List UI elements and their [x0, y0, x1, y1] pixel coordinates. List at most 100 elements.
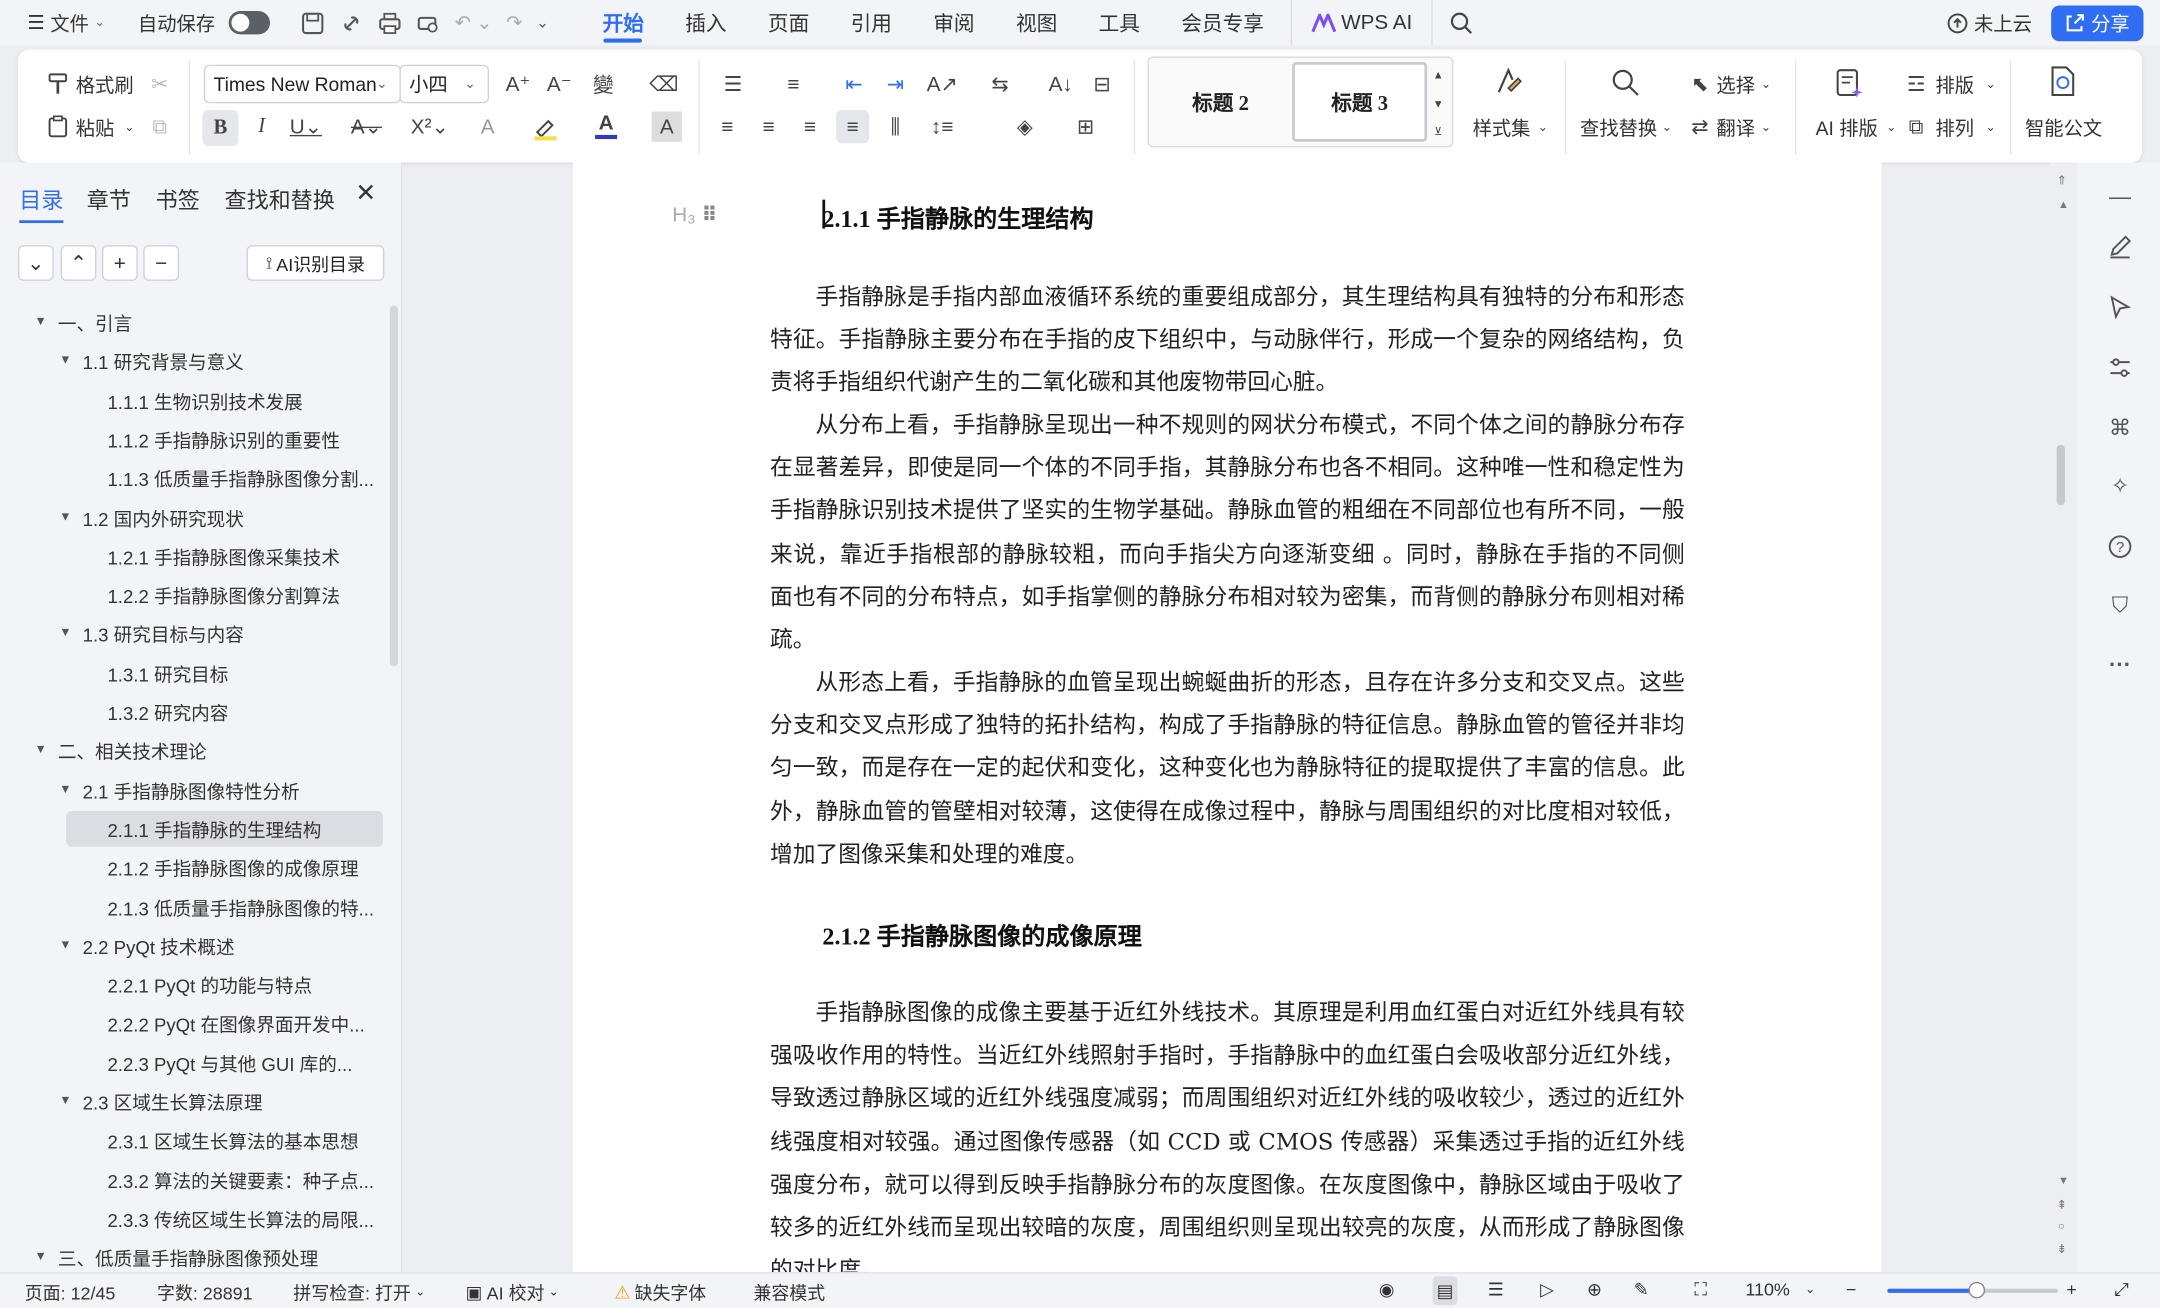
collapse-all-button[interactable]: ⌄ — [17, 245, 54, 281]
bullet-list-icon[interactable]: ☰ — [718, 69, 748, 99]
outline-view-icon[interactable]: ☰ — [1488, 1279, 1504, 1301]
add-heading-button[interactable]: + — [101, 245, 138, 281]
toc-item[interactable]: 1.1 研究背景与意义 — [83, 343, 244, 379]
shading-icon[interactable]: ◈ — [1010, 112, 1040, 142]
find-replace-button[interactable]: 查找替换 — [1580, 114, 1657, 142]
borders-icon[interactable]: ⊞ — [1070, 112, 1100, 142]
page-view-icon[interactable]: ▤ — [1432, 1276, 1458, 1306]
search-button[interactable] — [1431, 0, 1483, 46]
style-heading-2[interactable]: 标题 2 — [1153, 62, 1288, 142]
annotate-icon[interactable]: ✎ — [1634, 1279, 1649, 1301]
ai-proofread-button[interactable]: ▣ AI 校对 ⌄ — [466, 1279, 559, 1305]
numbered-list-icon[interactable]: ≡ — [778, 69, 808, 99]
format-painter-button[interactable]: 格式刷 — [76, 72, 134, 100]
tab-home[interactable]: 开始 — [582, 0, 665, 45]
align-right-icon[interactable]: ≡ — [795, 112, 825, 142]
toc-item[interactable]: 2.1.1 手指静脉的生理结构 — [66, 810, 383, 847]
text-direction-icon[interactable]: A↗ — [927, 69, 958, 99]
scroll-up-icon[interactable]: ▲ — [2058, 198, 2069, 210]
play-icon[interactable]: ▷ — [1540, 1279, 1554, 1301]
toc-item[interactable]: 2.3.1 区域生长算法的基本思想 — [107, 1123, 358, 1159]
tab-bookmarks[interactable]: 书签 — [156, 182, 200, 215]
zoom-in-icon[interactable]: + — [2066, 1279, 2076, 1300]
justify-icon[interactable]: ≡ — [836, 110, 870, 144]
toc-item[interactable]: 2.2.1 PyQt 的功能与特点 — [107, 967, 312, 1003]
tab-references[interactable]: 引用 — [830, 0, 913, 45]
print-preview-icon[interactable] — [416, 10, 441, 35]
expand-caret-icon[interactable]: ▼ — [59, 626, 73, 640]
file-menu[interactable]: ☰ 文件 ⌄ — [19, 0, 113, 45]
highlight-icon[interactable] — [530, 112, 560, 142]
select-button[interactable]: 选择 — [1716, 72, 1755, 100]
prev-page-icon[interactable]: ⇞ — [2057, 1198, 2067, 1213]
autosave-toggle[interactable]: 自动保存 — [130, 0, 279, 45]
styles-button[interactable]: 样式集 — [1473, 114, 1531, 142]
link-icon[interactable] — [339, 10, 364, 35]
ai-layout-button[interactable]: AI 排版 — [1816, 114, 1878, 142]
arrange-button[interactable]: 排列 — [1935, 114, 1974, 142]
style-heading-3[interactable]: 标题 3 — [1292, 61, 1428, 142]
font-color-icon[interactable]: A — [591, 110, 621, 140]
tab-insert[interactable]: 插入 — [665, 0, 748, 45]
toc-item[interactable]: 2.3 区域生长算法原理 — [83, 1084, 263, 1120]
more-icon[interactable]: ··· — [2105, 651, 2135, 681]
toc-item[interactable]: 1.2.1 手指静脉图像采集技术 — [107, 538, 340, 574]
toc-item[interactable]: 2.3.3 传统区域生长算法的局限... — [107, 1200, 374, 1236]
cloud-status[interactable]: 未上云 — [1938, 0, 2040, 45]
text-effect-icon[interactable]: A — [472, 112, 502, 142]
toc-item[interactable]: 2.1 手指静脉图像特性分析 — [83, 772, 300, 808]
increase-indent-icon[interactable]: ⇥ — [880, 69, 910, 99]
section-heading[interactable]: 2.1.1 手指静脉的生理结构 — [822, 201, 1093, 235]
toc-item[interactable]: 2.1.3 低质量手指静脉图像的特... — [107, 889, 374, 925]
font-name-select[interactable]: Times New Roman ⌄ — [203, 64, 401, 104]
expand-caret-icon[interactable]: ▼ — [34, 1249, 48, 1263]
paste-button[interactable]: 粘贴 — [76, 114, 115, 142]
document-scrollbar[interactable] — [2056, 444, 2065, 506]
style-scroll-up-icon[interactable]: ▲ — [1429, 59, 1448, 89]
toc-item[interactable]: 1.1.1 生物识别技术发展 — [107, 382, 302, 418]
underline-icon[interactable]: U⌄ — [290, 112, 322, 142]
scroll-down-icon[interactable]: ▼ — [2058, 1174, 2069, 1186]
scroll-top-icon[interactable]: ⇑ — [2057, 173, 2067, 188]
phonetic-guide-icon[interactable]: 變 — [588, 69, 618, 99]
word-count[interactable]: 字数: 28891 — [157, 1279, 253, 1305]
translate-button[interactable]: 翻译 — [1716, 114, 1755, 142]
toc-item[interactable]: 1.3.2 研究内容 — [107, 694, 228, 730]
shrink-font-icon[interactable]: A⁻ — [544, 69, 574, 99]
toc-item[interactable]: 2.2.2 PyQt 在图像界面开发中... — [107, 1006, 364, 1042]
tab-tools[interactable]: 工具 — [1078, 0, 1161, 45]
expand-caret-icon[interactable]: ▼ — [59, 509, 73, 523]
document-page[interactable]: H₃ ⠿ 2.1.1 手指静脉的生理结构 手指静脉是手指内部血液循环系统的重要组… — [573, 162, 1882, 1273]
section-heading[interactable]: 2.1.2 手指静脉图像的成像原理 — [822, 918, 1141, 952]
adjust-icon[interactable] — [2105, 352, 2135, 382]
paragraph[interactable]: 手指静脉图像的成像主要基于近红外线技术。其原理是利用血红蛋白对近红外线具有较强吸… — [770, 991, 1685, 1273]
wps-ai-button[interactable]: WPS AI — [1290, 0, 1420, 46]
toc-item[interactable]: 三、低质量手指静脉图像预处理 — [58, 1239, 318, 1275]
toc-item[interactable]: 二、相关技术理论 — [58, 733, 207, 769]
web-view-icon[interactable]: ⊕ — [1587, 1279, 1602, 1301]
cursor-icon[interactable] — [2105, 292, 2135, 322]
decrease-indent-icon[interactable]: ⇤ — [839, 69, 869, 99]
next-page-icon[interactable]: ⇟ — [2057, 1242, 2067, 1257]
toc-item[interactable]: 2.2.3 PyQt 与其他 GUI 库的... — [107, 1045, 352, 1081]
paragraph[interactable]: 从形态上看，手指静脉的血管呈现出蜿蜒曲折的形态，且存在许多分支和交叉点。这些分支… — [770, 661, 1685, 876]
zoom-slider[interactable] — [1887, 1281, 2059, 1299]
expand-all-button[interactable]: ⌃ — [60, 245, 97, 281]
brain-icon[interactable]: ⌘ — [2105, 413, 2135, 443]
zoom-slider-knob[interactable] — [1968, 1281, 1986, 1299]
share-button[interactable]: 分享 — [2051, 4, 2144, 41]
show-marks-icon[interactable]: ⊟ — [1087, 69, 1117, 99]
toc-item[interactable]: 1.3.1 研究目标 — [107, 655, 228, 691]
pen-icon[interactable] — [2105, 231, 2135, 261]
browse-object-icon[interactable]: ○ — [2058, 1220, 2065, 1232]
sidebar-scrollbar[interactable] — [389, 305, 399, 667]
tools-icon[interactable]: ✧ — [2105, 471, 2135, 501]
undo-icon[interactable]: ↶ ⌄ — [455, 11, 493, 34]
font-size-select[interactable]: 小四 ⌄ — [399, 64, 490, 104]
toc-item[interactable]: 2.2 PyQt 技术概述 — [83, 928, 235, 964]
expand-caret-icon[interactable]: ▼ — [59, 353, 73, 367]
grow-font-icon[interactable]: A⁺ — [503, 69, 533, 99]
help-icon[interactable]: ? — [2105, 531, 2135, 561]
missing-font-button[interactable]: ⚠ 缺失字体 — [614, 1279, 706, 1305]
tab-toc[interactable]: 目录 — [19, 182, 64, 224]
